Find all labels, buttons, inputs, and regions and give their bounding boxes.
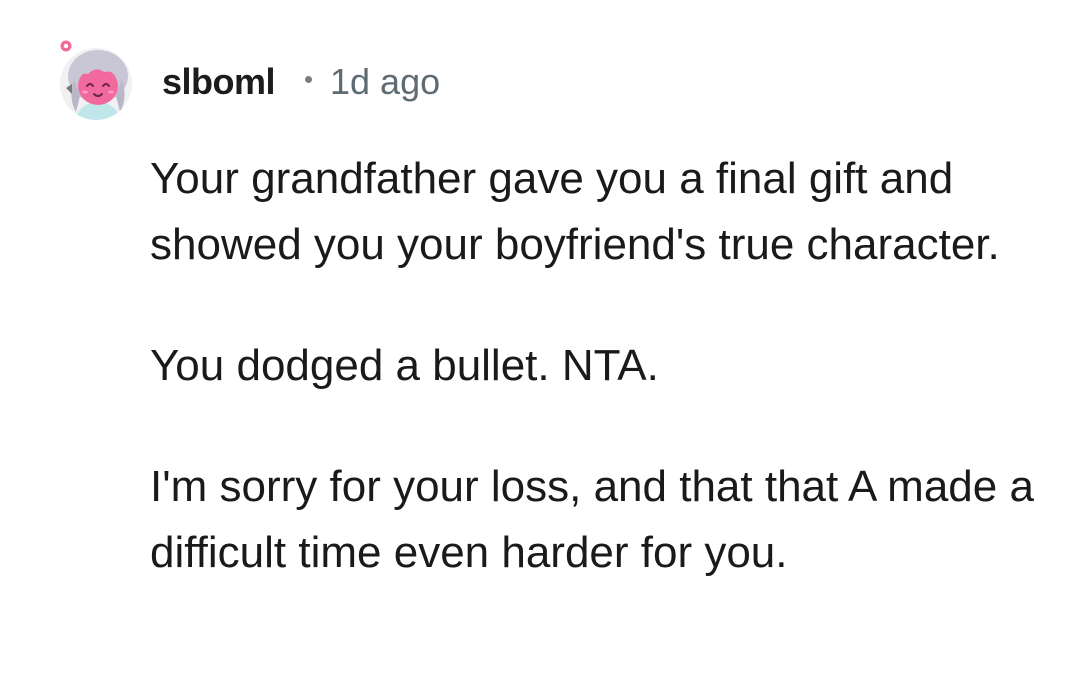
- anime-girl-avatar-icon: [60, 40, 132, 120]
- user-avatar[interactable]: [56, 40, 134, 120]
- comment-header: slboml 1d ago: [162, 58, 440, 106]
- comment: slboml 1d ago Your grandfather gave you …: [0, 0, 1080, 690]
- separator-dot: [305, 75, 313, 83]
- author-username[interactable]: slboml: [162, 61, 276, 103]
- comment-paragraph: Your grandfather gave you a final gift a…: [150, 154, 1000, 269]
- comment-timestamp[interactable]: 1d ago: [330, 61, 440, 103]
- comment-body: Your grandfather gave you a final gift a…: [150, 146, 1050, 586]
- comment-paragraph: I'm sorry for your loss, and that that A…: [150, 462, 1034, 577]
- comment-paragraph: You dodged a bullet. NTA.: [150, 341, 659, 390]
